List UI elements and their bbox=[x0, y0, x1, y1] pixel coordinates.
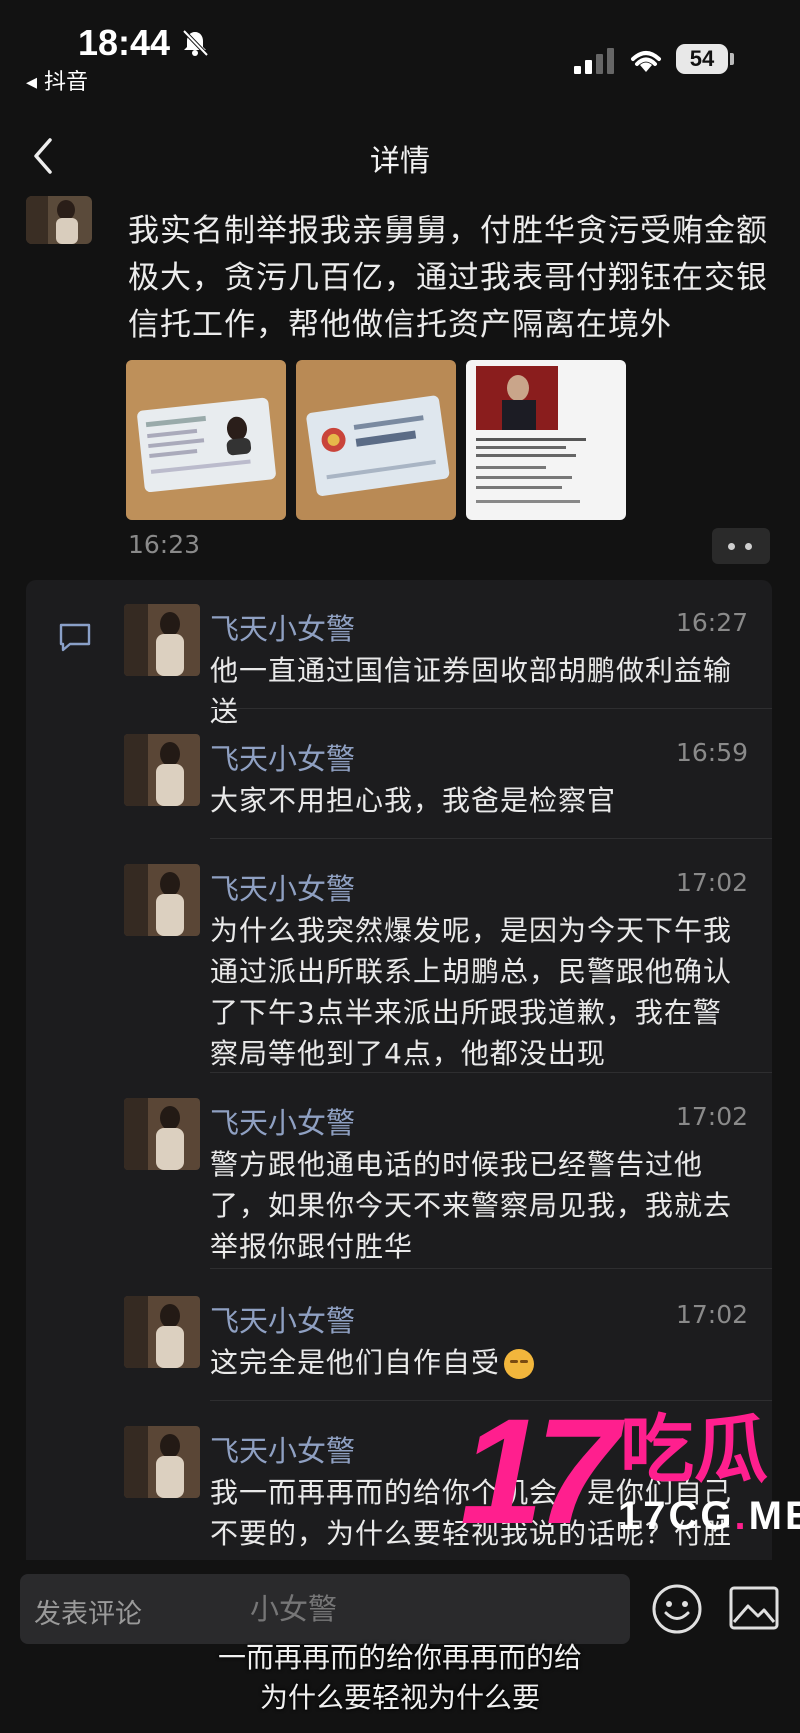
back-to-app-link[interactable]: ◂ 抖音 bbox=[26, 64, 88, 96]
commenter-avatar[interactable] bbox=[124, 1296, 200, 1368]
comment-input-placeholder: 发表评论 bbox=[34, 1599, 142, 1630]
watermark-domain-dot: . bbox=[734, 1494, 749, 1538]
post-image-id-card-front[interactable] bbox=[126, 360, 286, 520]
page-title: 详情 bbox=[370, 144, 430, 179]
clock: 18:44 bbox=[78, 22, 171, 63]
dot-icon bbox=[745, 543, 752, 550]
comment-time: 17:02 bbox=[675, 868, 748, 897]
comment-item: 飞天小女警 17:02 这完全是他们自作自受 bbox=[124, 1296, 754, 1386]
watermark-domain: 17CG.ME bbox=[618, 1494, 800, 1538]
commenter-avatar[interactable] bbox=[124, 734, 200, 806]
comment-time: 16:27 bbox=[675, 608, 748, 637]
commenter-name[interactable]: 飞天小女警 bbox=[210, 866, 355, 908]
comment-text: 为什么我突然爆发呢，是因为今天下午我通过派出所联系上胡鹏总，民警跟他确认了下午3… bbox=[210, 914, 733, 1070]
comment-item: 飞天小女警 16:27 他一直通过国信证券固收部胡鹏做利益输送 bbox=[124, 604, 754, 728]
divider bbox=[210, 708, 772, 709]
comment-time: 16:59 bbox=[675, 738, 748, 767]
commenter-name[interactable]: 飞天小女警 bbox=[210, 606, 355, 648]
commenter-name[interactable]: 飞天小女警 bbox=[210, 736, 355, 778]
commenter-avatar[interactable] bbox=[124, 604, 200, 676]
overlay-ghost-name: 小女警 bbox=[250, 1592, 338, 1626]
comment-item: 飞天小女警 17:02 为什么我突然爆发呢，是因为今天下午我通过派出所联系上胡鹏… bbox=[124, 864, 754, 1070]
dot-icon bbox=[728, 543, 735, 550]
post-image-id-card-back[interactable] bbox=[296, 360, 456, 520]
comment-text: 这完全是他们自作自受 bbox=[210, 1346, 501, 1379]
commenter-name[interactable]: 飞天小女警 bbox=[210, 1428, 355, 1470]
watermark-chinese: 吃瓜 bbox=[620, 1407, 768, 1493]
commenter-avatar[interactable] bbox=[124, 864, 200, 936]
commenter-avatar[interactable] bbox=[124, 1098, 200, 1170]
watermark-domain-part: ME bbox=[748, 1494, 800, 1538]
more-options-button[interactable] bbox=[712, 528, 770, 564]
image-icon[interactable] bbox=[728, 1584, 780, 1632]
watermark-number: 17 bbox=[460, 1387, 619, 1555]
comment-text: 他一直通过国信证券固收部胡鹏做利益输送 bbox=[210, 654, 733, 728]
comment-text-wrap: 这完全是他们自作自受 bbox=[210, 1342, 750, 1383]
divider bbox=[210, 1072, 772, 1073]
watermark-domain-part: 17CG bbox=[618, 1494, 735, 1538]
bell-muted-icon bbox=[182, 29, 209, 57]
comment-text: 警方跟他通电话的时候我已经警告过他了，如果你今天不来警察局见我，我就去举报你跟付… bbox=[210, 1148, 733, 1263]
emoji-icon[interactable] bbox=[650, 1582, 704, 1636]
wifi-icon bbox=[631, 51, 661, 72]
comment-item: 飞天小女警 16:59 大家不用担心我，我爸是检察官 bbox=[124, 734, 754, 817]
divider bbox=[210, 838, 772, 839]
battery-indicator: 54 bbox=[676, 44, 728, 74]
comment-time: 17:02 bbox=[675, 1300, 748, 1329]
smirk-emoji-icon bbox=[504, 1349, 535, 1379]
status-bar: 18:44 ◂ 抖音 54 bbox=[0, 0, 800, 100]
post-body: 我实名制举报我亲舅舅，付胜华贪污受贿金额极大，贪污几百亿，通过我表哥付翔钰在交银… bbox=[128, 213, 768, 343]
battery-tip bbox=[730, 53, 734, 65]
video-subtitle-line: 为什么要轻视为什么要 bbox=[259, 1681, 540, 1714]
signal-icon bbox=[574, 48, 614, 74]
commenter-avatar[interactable] bbox=[124, 1426, 200, 1498]
comment-text: 大家不用担心我，我爸是检察官 bbox=[210, 784, 617, 817]
comment-item: 飞天小女警 17:02 警方跟他通电话的时候我已经警告过他了，如果你今天不来警察… bbox=[124, 1098, 754, 1263]
commenter-name[interactable]: 飞天小女警 bbox=[210, 1298, 355, 1340]
post-image-profile-screenshot[interactable] bbox=[466, 360, 626, 520]
comment-time: 17:02 bbox=[675, 1102, 748, 1131]
post-author-avatar[interactable] bbox=[26, 196, 92, 244]
commenter-name[interactable]: 飞天小女警 bbox=[210, 1100, 355, 1142]
post-timestamp: 16:23 bbox=[128, 530, 201, 559]
nav-bar: 详情 bbox=[0, 110, 800, 190]
divider bbox=[210, 1268, 772, 1269]
video-subtitle-line: 一而再再而的给你再再而的给 bbox=[217, 1641, 582, 1674]
site-watermark: 17 吃瓜 17CG.ME bbox=[460, 1396, 800, 1546]
comment-bubble-icon bbox=[59, 623, 91, 652]
